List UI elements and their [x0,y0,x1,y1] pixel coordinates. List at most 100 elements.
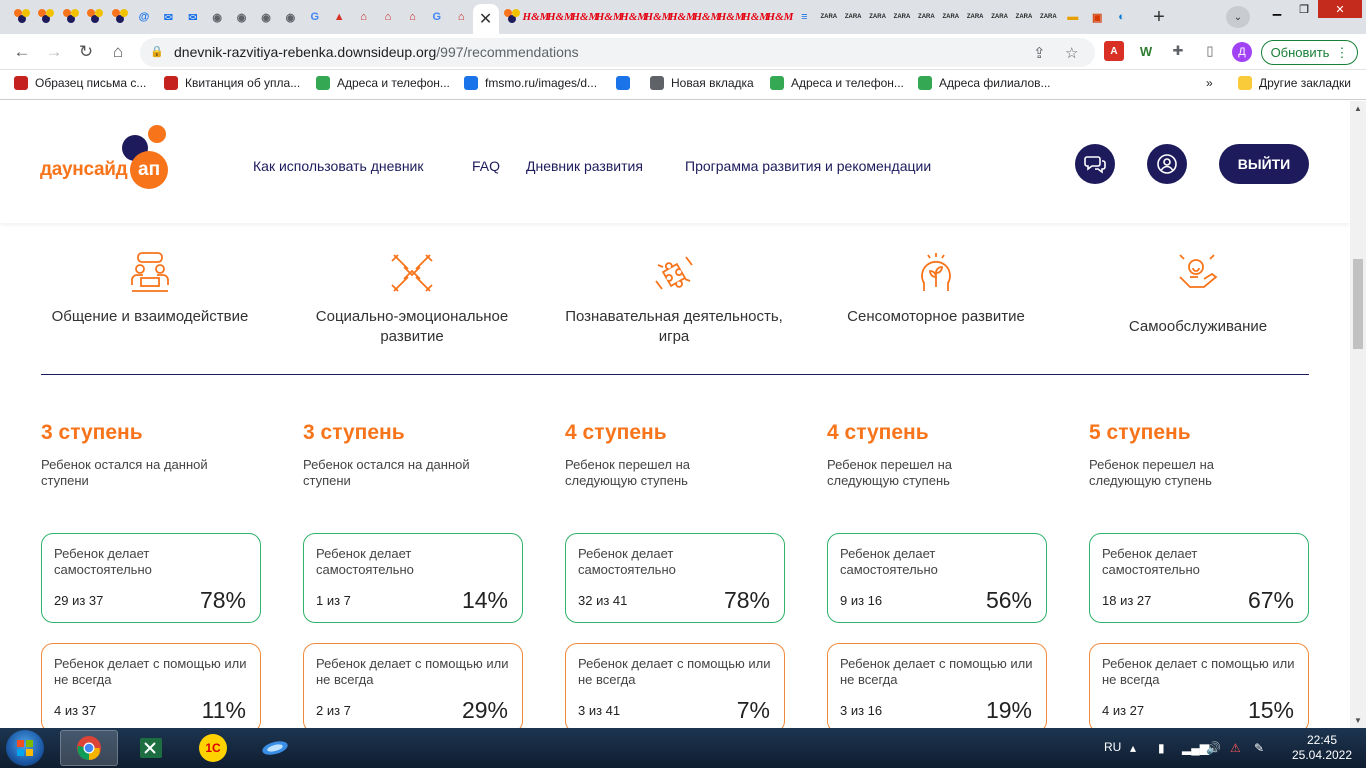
browser-tab[interactable] [34,5,58,29]
scroll-down-arrow-icon[interactable]: ▼ [1354,716,1362,725]
browser-tab[interactable] [10,5,34,29]
nav-program-recommendations[interactable]: Программа развития и рекомендации [685,158,931,174]
browser-tab[interactable]: ZARA [841,5,865,29]
start-button[interactable] [6,730,44,766]
browser-tab[interactable]: H&M [718,5,745,29]
close-window-button[interactable]: ✕ [1318,0,1362,18]
browser-tab[interactable]: ZARA [890,5,914,29]
browser-tab[interactable] [59,5,83,29]
browser-tab[interactable]: H&M [571,5,598,29]
category-cognitive[interactable]: Познавательная деятельность, игра [564,251,784,347]
browser-tab[interactable]: ◐ [1110,5,1134,29]
independent-card[interactable]: Ребенок делает самостоятельно 18 из 27 6… [1089,533,1309,623]
browser-tab[interactable]: ⌂ [400,5,424,29]
other-bookmarks-folder[interactable]: Другие закладки [1238,76,1351,90]
browser-tab[interactable]: H&M [742,5,769,29]
nav-faq[interactable]: FAQ [472,158,500,174]
taskbar-1c[interactable]: 1С [184,730,242,766]
browser-tab[interactable]: ZARA [988,5,1012,29]
browser-tab[interactable]: H&M [620,5,647,29]
browser-tab[interactable]: ▣ [1085,5,1109,29]
browser-tab[interactable]: ◉ [278,5,302,29]
forward-button[interactable]: → [42,41,66,63]
taskbar-excel[interactable] [122,730,180,766]
system-clock[interactable]: 22:45 25.04.2022 [1290,733,1354,763]
profile-avatar[interactable]: Д [1232,42,1252,62]
scrollbar-thumb[interactable] [1353,259,1363,349]
browser-tab[interactable]: ZARA [1036,5,1060,29]
browser-tab[interactable]: ZARA [1012,5,1036,29]
browser-tab[interactable] [83,5,107,29]
bookmark-item[interactable] [616,76,637,90]
address-bar[interactable]: 🔒 dnevnik-razvitiya-rebenka.downsideup.o… [140,38,1095,67]
independent-card[interactable]: Ребенок делает самостоятельно 1 из 7 14% [303,533,523,623]
bookmarks-overflow-button[interactable]: » [1206,76,1213,90]
browser-tab[interactable]: H&M [767,5,794,29]
independent-card[interactable]: Ребенок делает самостоятельно 32 из 41 7… [565,533,785,623]
browser-tab[interactable]: G [303,5,327,29]
page-scrollbar[interactable]: ▲ ▼ [1350,101,1366,728]
with-help-card[interactable]: Ребенок делает с помощью или не всегда 4… [1089,643,1309,728]
browser-tab[interactable] [500,5,524,29]
browser-tab[interactable]: ⌂ [376,5,400,29]
browser-tab[interactable]: @ [132,5,156,29]
bookmark-item[interactable]: fmsmo.ru/images/d... [464,76,597,90]
chat-button[interactable] [1075,144,1115,184]
taskbar-app[interactable] [246,730,304,766]
volume-icon[interactable]: 🔊 [1206,741,1221,755]
signal-icon[interactable]: ▂▄▆ [1182,741,1209,755]
browser-tab[interactable]: ◉ [205,5,229,29]
browser-tab[interactable]: H&M [669,5,696,29]
reload-button[interactable]: ↻ [74,41,98,63]
browser-tab[interactable]: H&M [693,5,720,29]
browser-tab[interactable] [108,5,132,29]
browser-tab[interactable]: ZARA [866,5,890,29]
tray-arrow-icon[interactable]: ▴ [1130,741,1136,755]
category-communication[interactable]: Общение и взаимодействие [40,251,260,327]
browser-tab[interactable]: H&M [523,5,550,29]
pdf-extension-icon[interactable]: A [1104,41,1124,61]
minimize-button[interactable]: ▁ [1262,0,1292,18]
language-indicator[interactable]: RU [1104,740,1121,754]
downsideup-logo[interactable]: даунсайд ап [40,123,170,193]
independent-card[interactable]: Ребенок делает самостоятельно 9 из 16 56… [827,533,1047,623]
w-extension-icon[interactable]: W [1136,41,1156,61]
bookmark-item[interactable]: Адреса и телефон... [316,76,450,90]
browser-tab[interactable]: G [425,5,449,29]
scroll-up-arrow-icon[interactable]: ▲ [1354,104,1362,113]
maximize-button[interactable]: ❐ [1290,0,1318,18]
browser-tab[interactable]: ZARA [939,5,963,29]
home-button[interactable]: ⌂ [106,41,130,63]
browser-tab[interactable]: ZARA [817,5,841,29]
category-sensorimotor[interactable]: Сенсомоторное развитие [826,251,1046,327]
with-help-card[interactable]: Ребенок делает с помощью или не всегда 4… [41,643,261,728]
browser-tab[interactable]: ≡ [792,5,816,29]
bookmark-item[interactable]: Новая вкладка [650,76,754,90]
extensions-puzzle-icon[interactable]: ✚ [1168,41,1188,61]
side-panel-icon[interactable]: ▯ [1200,41,1220,61]
browser-tab[interactable]: ✉ [156,5,180,29]
browser-tab[interactable]: ▲ [327,5,351,29]
close-tab-button[interactable]: ✕ [472,4,499,34]
back-button[interactable]: ← [10,41,34,63]
browser-tab[interactable]: ◉ [254,5,278,29]
independent-card[interactable]: Ребенок делает самостоятельно 29 из 37 7… [41,533,261,623]
browser-tab[interactable]: H&M [596,5,623,29]
browser-tab[interactable]: ZARA [914,5,938,29]
bookmark-item[interactable]: Квитанция об упла... [164,76,300,90]
update-chrome-button[interactable]: Обновить ⋮ [1261,40,1358,65]
profile-button[interactable] [1147,144,1187,184]
tab-search-button[interactable]: ⌄ [1226,6,1250,28]
bookmark-star-icon[interactable]: ☆ [1065,44,1078,62]
category-social-emotional[interactable]: Социально-эмоциональное развитие [302,251,522,347]
share-icon[interactable]: ⇪ [1033,44,1046,62]
nav-development-diary[interactable]: Дневник развития [526,158,643,174]
with-help-card[interactable]: Ребенок делает с помощью или не всегда 3… [827,643,1047,728]
taskbar-chrome[interactable] [60,730,118,766]
with-help-card[interactable]: Ребенок делает с помощью или не всегда 3… [565,643,785,728]
network-warning-icon[interactable]: ⚠ [1230,741,1241,755]
with-help-card[interactable]: Ребенок делает с помощью или не всегда 2… [303,643,523,728]
bookmark-item[interactable]: Адреса и телефон... [770,76,904,90]
browser-tab[interactable]: ▬ [1061,5,1085,29]
nav-how-to-use[interactable]: Как использовать дневник [253,158,424,174]
